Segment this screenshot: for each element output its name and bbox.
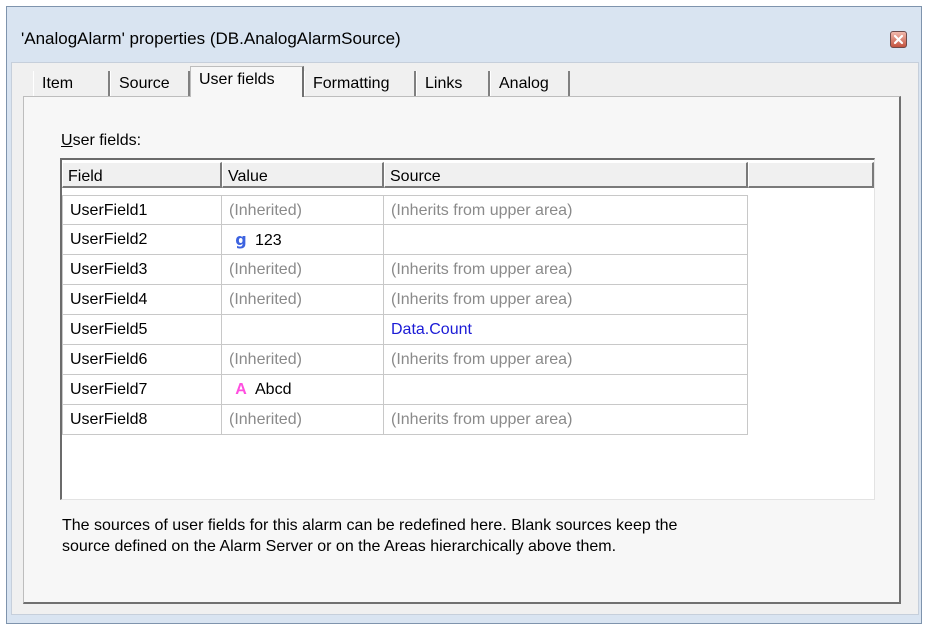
column-header-value[interactable]: Value: [222, 162, 384, 188]
cell-source[interactable]: (Inherits from upper area): [384, 285, 748, 315]
close-button[interactable]: [890, 31, 907, 48]
cell-source[interactable]: (Inherits from upper area): [384, 405, 748, 435]
tab-analog[interactable]: Analog: [490, 71, 570, 96]
cell-source[interactable]: (Inherits from upper area): [384, 255, 748, 285]
cell-value-text: (Inherited): [229, 261, 302, 278]
user-fields-description: The sources of user fields for this alar…: [62, 515, 852, 557]
cell-value[interactable]: A Abcd: [222, 375, 384, 405]
cell-source[interactable]: [384, 225, 748, 255]
cell-value[interactable]: (Inherited): [222, 285, 384, 315]
column-header-source[interactable]: Source: [384, 162, 748, 188]
cell-value-text: (Inherited): [229, 291, 302, 308]
user-fields-grid[interactable]: Field Value Source UserField1 (Inherited)…: [60, 158, 875, 500]
description-line: The sources of user fields for this alar…: [62, 517, 678, 534]
user-fields-label: User fields:: [61, 132, 142, 149]
cell-value[interactable]: (Inherited): [222, 345, 384, 375]
cell-field: UserField3: [62, 255, 222, 285]
cell-source[interactable]: (Inherits from upper area): [384, 345, 748, 375]
tab-links[interactable]: Links: [416, 71, 490, 96]
cell-source[interactable]: [384, 375, 748, 405]
cell-field: UserField2: [62, 225, 222, 255]
cell-field: UserField4: [62, 285, 222, 315]
text-value-icon: A: [235, 381, 247, 398]
numeric-value-icon: g: [235, 230, 247, 249]
cell-value-text: 123: [255, 232, 282, 249]
description-line: source defined on the Alarm Server or on…: [62, 538, 617, 555]
cell-value[interactable]: (Inherited): [222, 195, 384, 225]
cell-value[interactable]: g 123: [222, 225, 384, 255]
close-icon: [893, 34, 904, 45]
cell-source[interactable]: Data.Count: [384, 315, 748, 345]
cell-value[interactable]: (Inherited): [222, 255, 384, 285]
cell-value[interactable]: (Inherited): [222, 405, 384, 435]
tab-source[interactable]: Source: [110, 71, 190, 96]
cell-value[interactable]: [222, 315, 384, 345]
tab-formatting[interactable]: Formatting: [304, 71, 416, 96]
cell-source[interactable]: (Inherits from upper area): [384, 195, 748, 225]
cell-value-text: Abcd: [255, 381, 292, 398]
window-title: 'AnalogAlarm' properties (DB.AnalogAlarm…: [21, 29, 401, 48]
cell-value-text: (Inherited): [229, 411, 302, 428]
tab-item[interactable]: Item: [33, 71, 110, 96]
cell-value-text: (Inherited): [229, 202, 302, 219]
cell-value-text: (Inherited): [229, 351, 302, 368]
cell-field: UserField6: [62, 345, 222, 375]
column-header-field[interactable]: Field: [62, 162, 222, 188]
cell-field: UserField7: [62, 375, 222, 405]
cell-field: UserField8: [62, 405, 222, 435]
column-header-empty: [748, 162, 874, 188]
tab-user-fields[interactable]: User fields: [190, 66, 304, 97]
cell-field: UserField1: [62, 195, 222, 225]
cell-field: UserField5: [62, 315, 222, 345]
